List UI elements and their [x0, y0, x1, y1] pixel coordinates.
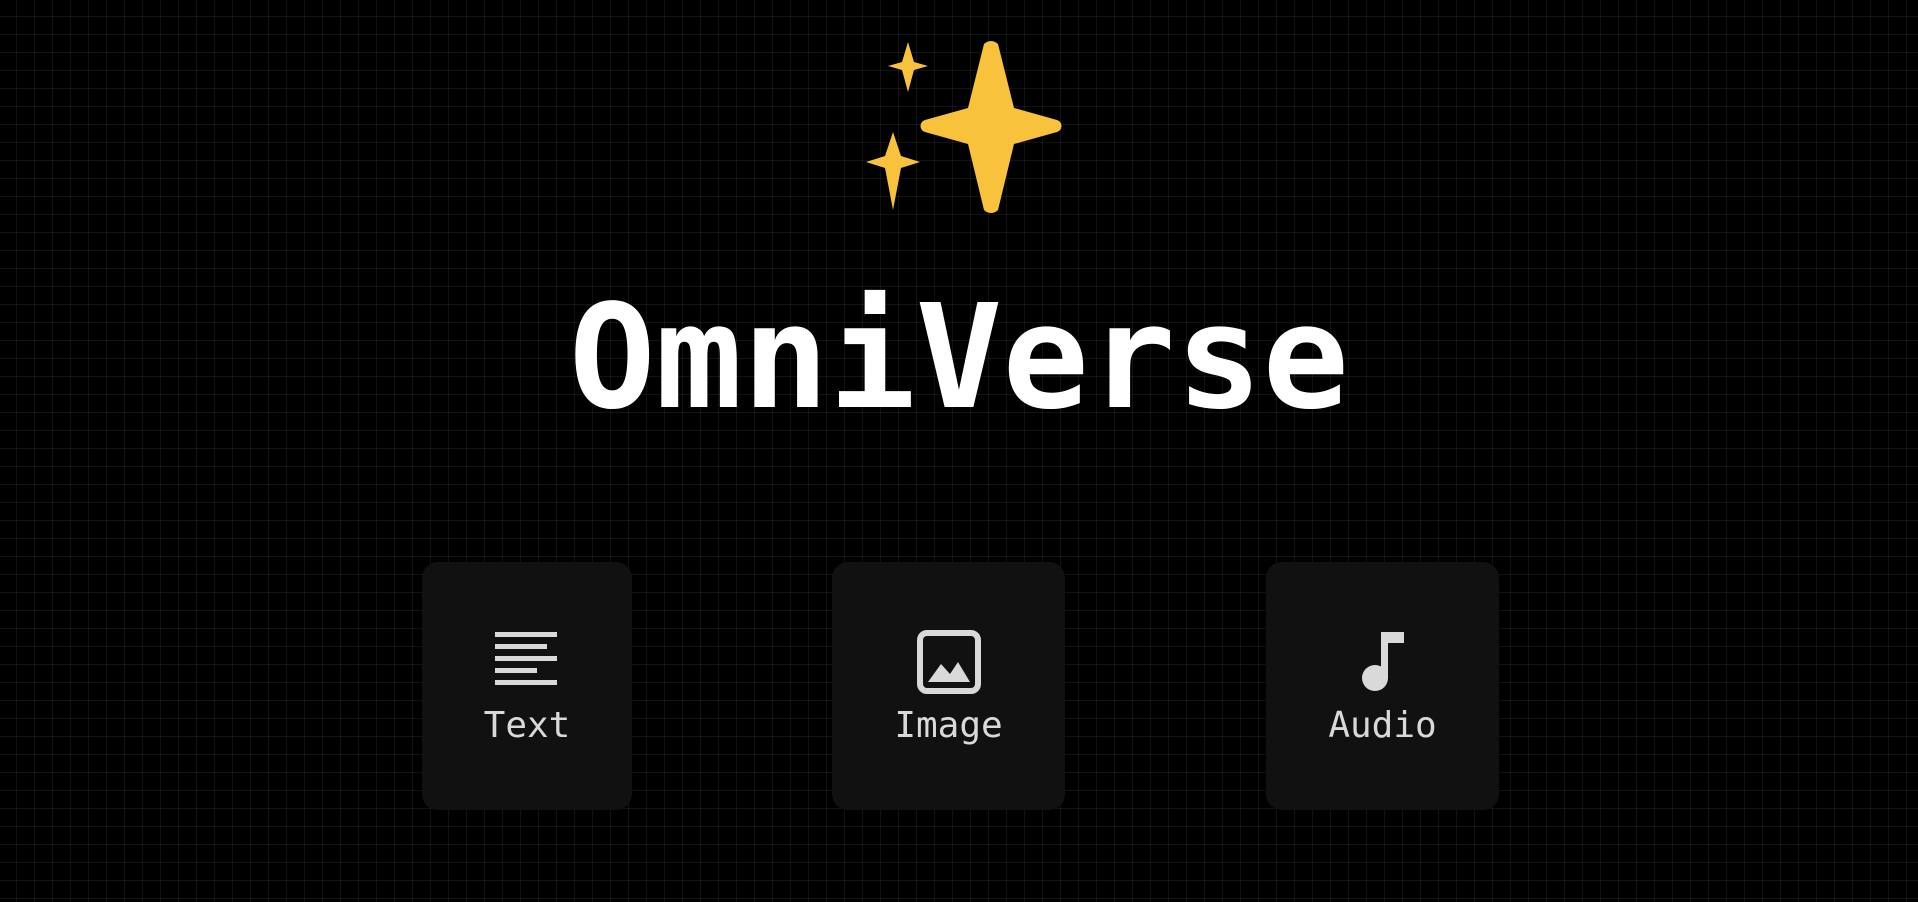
sparkles-icon [866, 41, 1062, 213]
text-lines-icon [495, 630, 559, 694]
image-mode-button[interactable]: Image [832, 562, 1065, 810]
image-mode-label: Image [894, 705, 1003, 746]
app-title: OmniVerse [568, 273, 1350, 441]
text-mode-button[interactable]: Text [422, 562, 632, 810]
music-note-icon [1351, 630, 1415, 694]
text-mode-label: Text [483, 705, 571, 746]
sparkles-logo [858, 38, 1063, 223]
audio-mode-button[interactable]: Audio [1266, 562, 1499, 810]
audio-mode-label: Audio [1328, 705, 1437, 746]
image-icon [916, 630, 981, 694]
